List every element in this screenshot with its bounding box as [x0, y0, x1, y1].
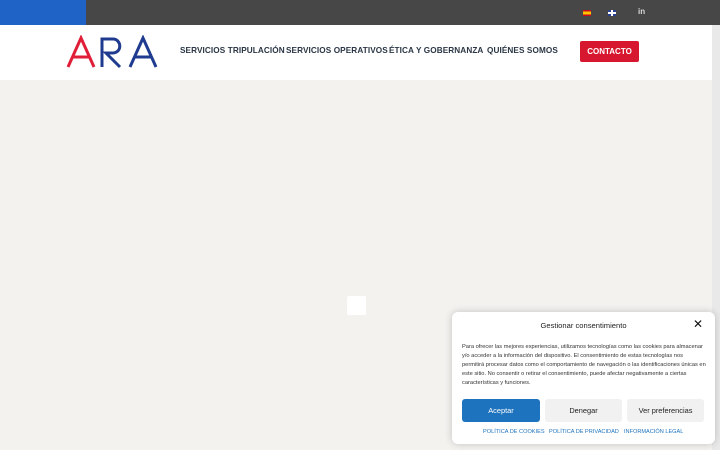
nav-servicios-tripulacion[interactable]: SERVICIOS TRIPULACIÓN — [180, 46, 285, 55]
spanish-flag-icon[interactable] — [583, 10, 591, 16]
deny-button[interactable]: Denegar — [545, 399, 622, 422]
cookie-dialog-text: Para ofrecer las mejores experiencias, u… — [462, 344, 706, 386]
close-icon[interactable]: ✕ — [693, 318, 703, 330]
nav-quienes-somos[interactable]: QUIÉNES SOMOS — [487, 46, 558, 55]
site-header: SERVICIOS TRIPULACIÓN SERVICIOS OPERATIV… — [0, 25, 712, 80]
nav-etica-gobernanza[interactable]: ÉTICA Y GOBERNANZA — [389, 46, 483, 55]
top-bar: in — [0, 0, 720, 25]
view-preferences-button[interactable]: Ver preferencias — [627, 399, 704, 422]
privacy-policy-link[interactable]: POLÍTICA DE PRIVACIDAD — [549, 429, 619, 435]
accept-button[interactable]: Aceptar — [462, 399, 540, 422]
legal-info-link[interactable]: INFORMACIÓN LEGAL — [624, 429, 683, 435]
ara-logo[interactable] — [66, 35, 160, 69]
loading-indicator — [347, 296, 366, 315]
cookie-dialog-title: Gestionar consentimiento — [540, 321, 627, 330]
top-bar-accent — [0, 0, 86, 25]
cookie-policy-link[interactable]: POLÍTICA DE COOKIES — [483, 429, 545, 435]
linkedin-icon[interactable]: in — [638, 7, 645, 16]
contact-button[interactable]: CONTACTO — [580, 41, 639, 62]
nav-servicios-operativos[interactable]: SERVICIOS OPERATIVOS — [286, 46, 388, 55]
english-flag-icon[interactable] — [608, 10, 616, 16]
cookie-consent-dialog: Gestionar consentimiento ✕ Para ofrecer … — [452, 312, 715, 444]
